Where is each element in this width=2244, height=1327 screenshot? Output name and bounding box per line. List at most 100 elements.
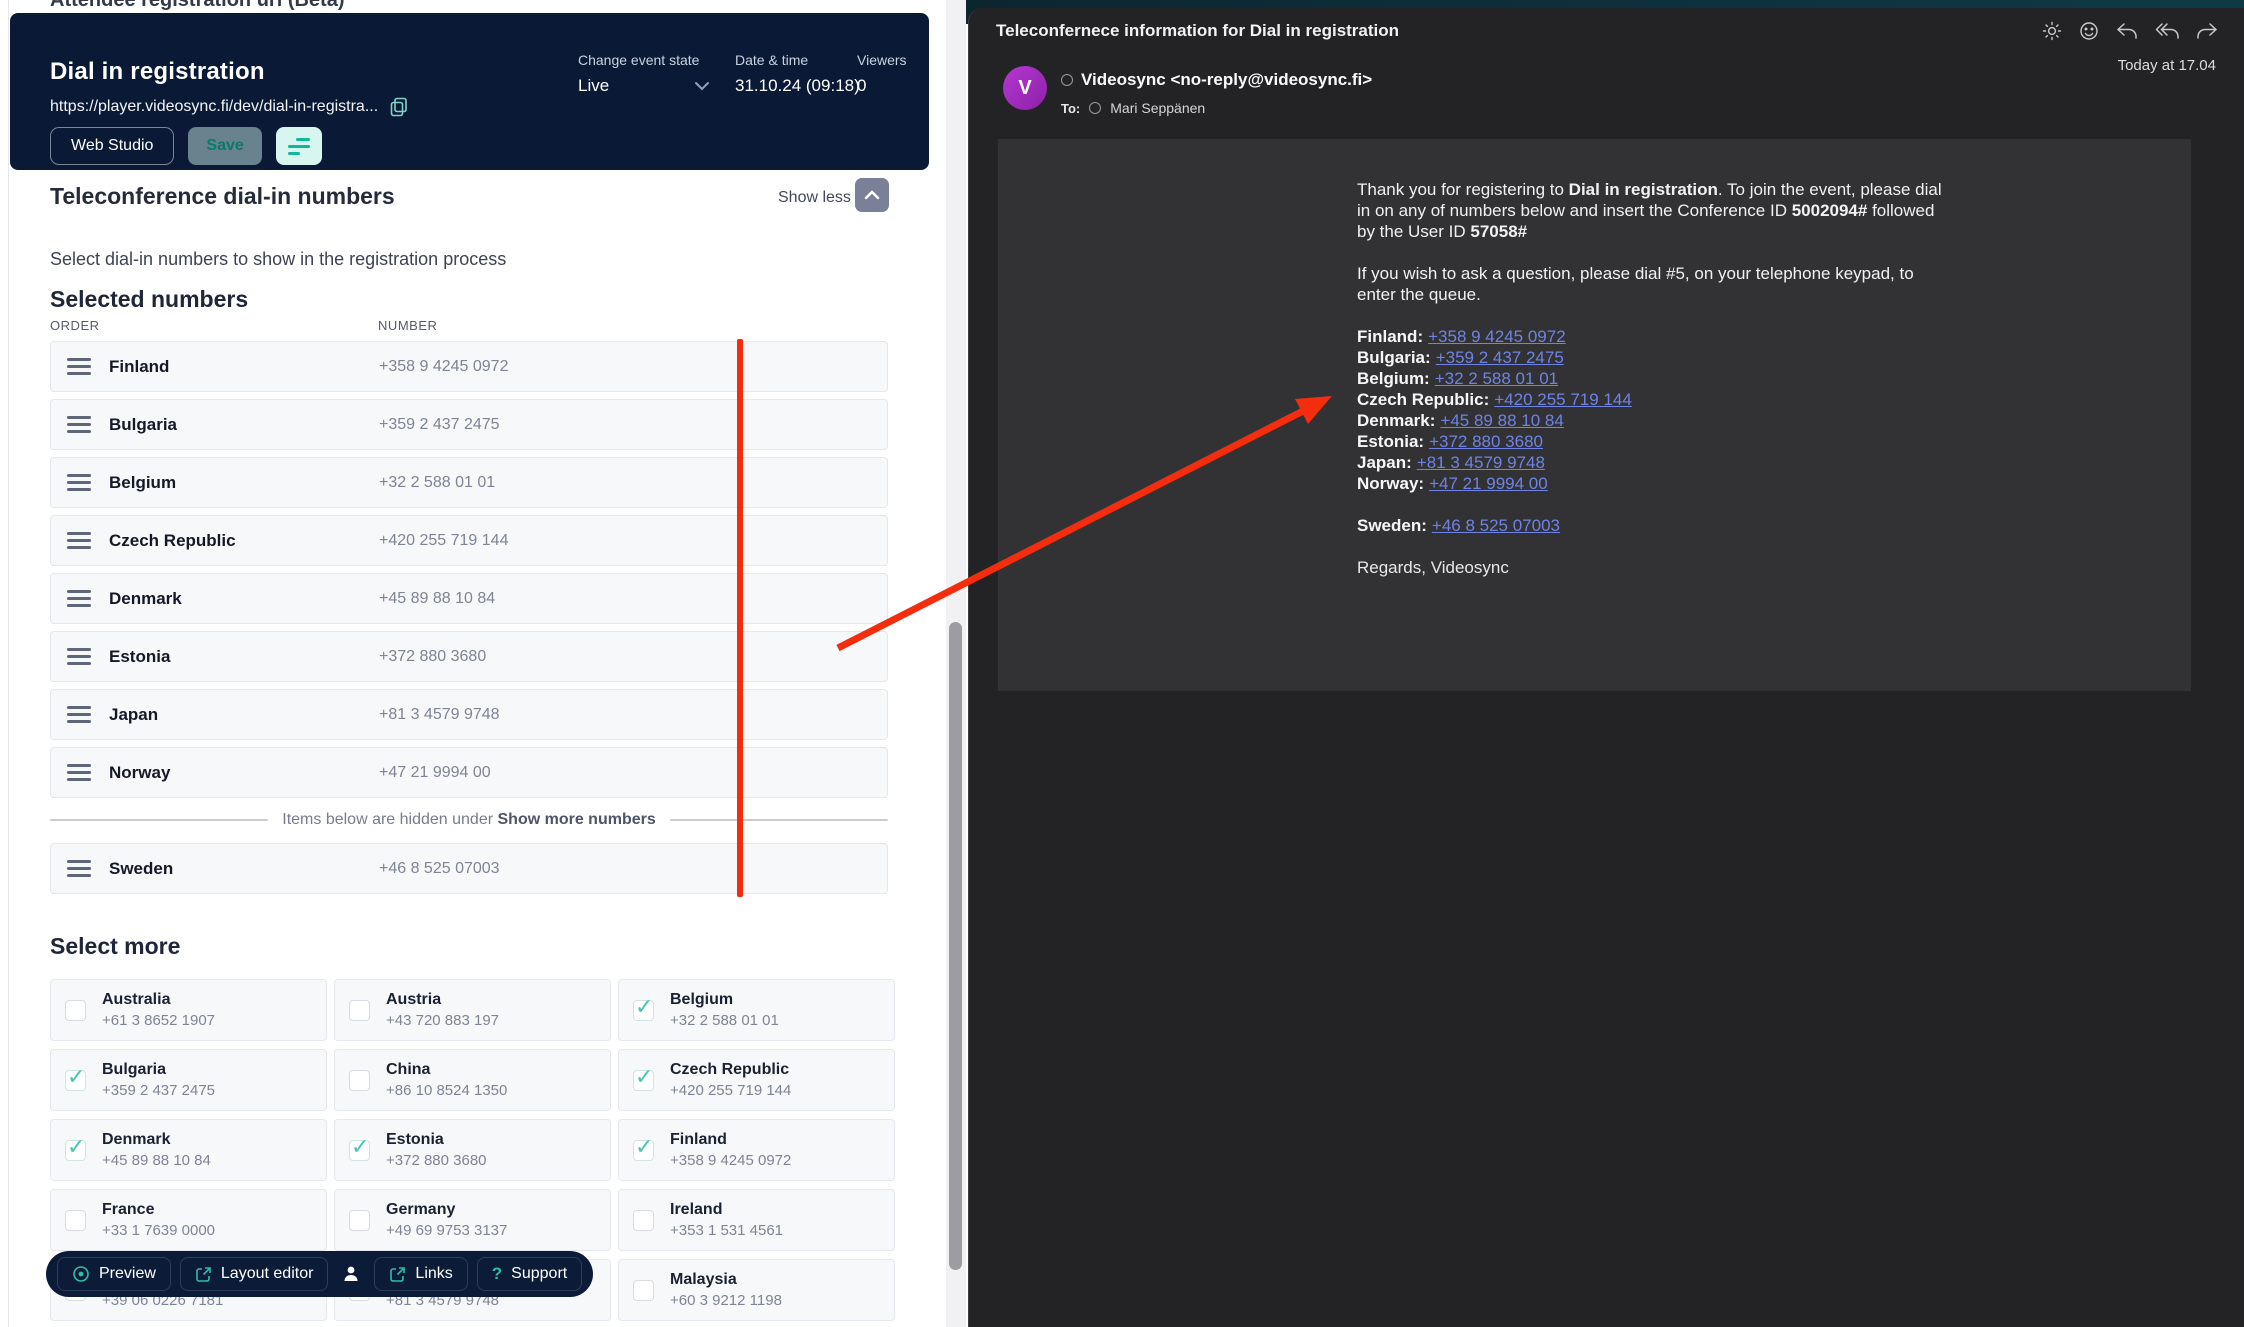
screen: Attendee registration url (Beta) Dial in… <box>0 0 2244 1327</box>
phone-link[interactable]: +32 2 588 01 01 <box>1435 369 1558 388</box>
show-more-numbers-label: Show more numbers <box>498 811 656 828</box>
scrollbar-thumb[interactable] <box>949 622 962 1270</box>
drag-handle-icon[interactable] <box>67 706 91 723</box>
layout-editor-button[interactable]: Layout editor <box>180 1257 329 1291</box>
change-event-state-label: Change event state <box>578 52 728 68</box>
row-phone-number: +420 255 719 144 <box>379 532 508 550</box>
checkbox[interactable] <box>349 1210 370 1231</box>
hidden-items-divider: Items below are hidden under Show more n… <box>50 805 888 835</box>
dial-number-option-card[interactable]: Finland +358 9 4245 0972 <box>618 1119 895 1181</box>
phone-link[interactable]: +45 89 88 10 84 <box>1440 411 1563 430</box>
option-country: Austria <box>386 991 499 1009</box>
phone-link[interactable]: +358 9 4245 0972 <box>1428 327 1566 346</box>
chevron-up-icon <box>864 190 880 200</box>
option-number: +43 720 883 197 <box>386 1012 499 1029</box>
show-less-toggle[interactable]: Show less <box>778 189 851 207</box>
row-country: Norway <box>109 763 170 783</box>
row-country: Japan <box>109 705 158 725</box>
drag-handle-icon[interactable] <box>67 860 91 877</box>
checkbox[interactable] <box>349 1070 370 1091</box>
web-studio-button[interactable]: Web Studio <box>50 127 174 165</box>
dial-number-option-card[interactable]: China +86 10 8524 1350 <box>334 1049 611 1111</box>
dial-number-option-card[interactable]: Czech Republic +420 255 719 144 <box>618 1049 895 1111</box>
dial-number-option-card[interactable]: France +33 1 7639 0000 <box>50 1189 327 1251</box>
dial-number-option-card[interactable]: Germany +49 69 9753 3137 <box>334 1189 611 1251</box>
phone-link[interactable]: +359 2 437 2475 <box>1436 348 1564 367</box>
option-number: +359 2 437 2475 <box>102 1082 215 1099</box>
recipient-presence-icon <box>1089 102 1101 114</box>
row-phone-number: +32 2 588 01 01 <box>379 474 495 492</box>
checkbox[interactable] <box>65 1140 86 1161</box>
dial-number-option-card[interactable]: Belgium +32 2 588 01 01 <box>618 979 895 1041</box>
event-state-dropdown[interactable]: Live <box>578 76 710 96</box>
checkbox[interactable] <box>349 1000 370 1021</box>
avatar: V <box>1003 66 1047 110</box>
row-phone-number: +45 89 88 10 84 <box>379 590 495 608</box>
row-country: Belgium <box>109 473 176 493</box>
email-recipient: Mari Seppänen <box>1110 100 1205 116</box>
email-timestamp: Today at 17.04 <box>2118 57 2216 74</box>
selected-number-row: Estonia +372 880 3680 <box>50 631 888 682</box>
dial-number-option-card[interactable]: Australia +61 3 8652 1907 <box>50 979 327 1041</box>
option-country: Australia <box>102 991 215 1009</box>
hidden-number-row: Sweden +46 8 525 07003 <box>50 843 888 894</box>
reply-icon[interactable] <box>2116 22 2138 40</box>
option-number: +60 3 9212 1198 <box>670 1292 782 1309</box>
drag-handle-icon[interactable] <box>67 358 91 375</box>
row-country: Bulgaria <box>109 415 177 435</box>
option-number: +32 2 588 01 01 <box>670 1012 779 1029</box>
drag-handle-icon[interactable] <box>67 474 91 491</box>
checkbox[interactable] <box>65 1210 86 1231</box>
phone-link[interactable]: +420 255 719 144 <box>1494 390 1632 409</box>
drag-handle-icon[interactable] <box>67 648 91 665</box>
option-number: +420 255 719 144 <box>670 1082 791 1099</box>
checkbox[interactable] <box>633 1070 654 1091</box>
profile-button[interactable] <box>337 1264 365 1284</box>
bottom-toolbar: Preview Layout editor Links ? Support <box>46 1251 593 1297</box>
phone-link[interactable]: +46 8 525 07003 <box>1432 516 1560 535</box>
option-country: Germany <box>386 1201 507 1219</box>
links-button[interactable]: Links <box>374 1257 467 1291</box>
drag-handle-icon[interactable] <box>67 764 91 781</box>
copy-icon[interactable] <box>390 97 408 117</box>
row-phone-number: +81 3 4579 9748 <box>379 706 500 724</box>
phone-link[interactable]: +47 21 9994 00 <box>1429 474 1548 493</box>
selected-number-row: Bulgaria +359 2 437 2475 <box>50 399 888 450</box>
checkbox[interactable] <box>65 1000 86 1021</box>
preview-button[interactable]: Preview <box>57 1257 171 1291</box>
checkbox[interactable] <box>633 1000 654 1021</box>
checkbox[interactable] <box>633 1280 654 1301</box>
checkbox[interactable] <box>633 1210 654 1231</box>
event-player-url[interactable]: https://player.videosync.fi/dev/dial-in-… <box>50 98 378 116</box>
light-mode-icon[interactable] <box>2042 21 2062 41</box>
save-button[interactable]: Save <box>188 127 261 165</box>
checkbox[interactable] <box>633 1140 654 1161</box>
option-number: +86 10 8524 1350 <box>386 1082 507 1099</box>
emoji-reaction-icon[interactable] <box>2079 21 2099 41</box>
drag-handle-icon[interactable] <box>67 416 91 433</box>
email-dialin-line: Denmark:+45 89 88 10 84 <box>1357 410 1942 431</box>
dial-number-option-card[interactable]: Denmark +45 89 88 10 84 <box>50 1119 327 1181</box>
checkbox[interactable] <box>65 1070 86 1091</box>
dial-number-option-card[interactable]: Malaysia +60 3 9212 1198 <box>618 1259 895 1321</box>
phone-link[interactable]: +372 880 3680 <box>1429 432 1543 451</box>
reply-all-icon[interactable] <box>2155 22 2179 40</box>
layout-lines-icon-button[interactable] <box>276 127 322 165</box>
forward-icon[interactable] <box>2196 22 2218 40</box>
event-settings-panel: Attendee registration url (Beta) Dial in… <box>0 0 946 1327</box>
column-header-number: NUMBER <box>378 318 437 333</box>
collapse-section-button[interactable] <box>855 178 889 212</box>
dial-number-option-card[interactable]: Austria +43 720 883 197 <box>334 979 611 1041</box>
support-button[interactable]: ? Support <box>477 1257 582 1291</box>
checkbox[interactable] <box>349 1140 370 1161</box>
option-country: Ireland <box>670 1201 783 1219</box>
dial-number-option-card[interactable]: Ireland +353 1 531 4561 <box>618 1189 895 1251</box>
dial-number-option-card[interactable]: Estonia +372 880 3680 <box>334 1119 611 1181</box>
phone-link[interactable]: +81 3 4579 9748 <box>1417 453 1545 472</box>
dial-number-option-card[interactable]: Bulgaria +359 2 437 2475 <box>50 1049 327 1111</box>
drag-handle-icon[interactable] <box>67 590 91 607</box>
row-country: Denmark <box>109 589 182 609</box>
selected-numbers-heading: Selected numbers <box>50 286 248 313</box>
option-country: Estonia <box>386 1131 487 1149</box>
drag-handle-icon[interactable] <box>67 532 91 549</box>
